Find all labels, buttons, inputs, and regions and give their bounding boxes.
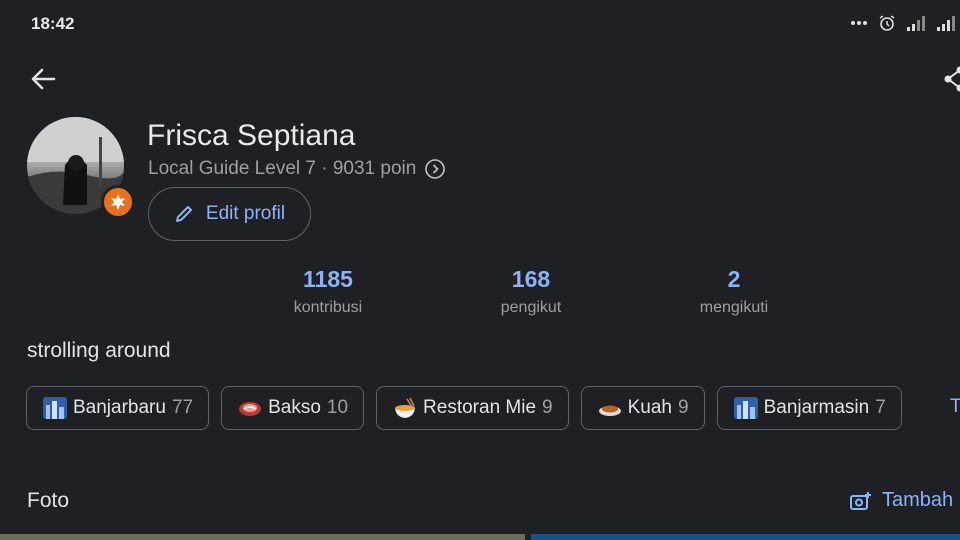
stat-value: 1185 (303, 266, 353, 292)
profile-name: Frisca Septiana (147, 119, 356, 152)
chip-count: 9 (678, 397, 689, 418)
photo-strip (0, 534, 960, 540)
chip-count: 10 (326, 397, 349, 418)
add-photo-icon (850, 491, 871, 510)
back-arrow-icon[interactable] (28, 64, 58, 94)
local-guide-level[interactable]: Local Guide Level 7 · 9031 poin (148, 158, 446, 180)
local-guide-level-text: Local Guide Level 7 · 9031 poin (148, 158, 417, 179)
stat-label: pengikut (500, 299, 562, 316)
add-photo-button[interactable]: Tambah (850, 489, 953, 512)
chip-label: Banjarmasin (763, 397, 870, 418)
chip-restoran-mie[interactable]: Restoran Mie 9 (376, 386, 569, 430)
signal-icon (907, 16, 925, 31)
chip-label: Bakso (268, 397, 321, 418)
alarm-icon (879, 15, 895, 31)
stat-kontribusi[interactable]: 1185 kontribusi (228, 266, 428, 317)
local-guide-badge-icon (101, 185, 135, 219)
interest-chips: Banjarbaru 77 Bakso 10 Restoran Mie 9 Ku… (26, 386, 902, 430)
stat-mengikuti[interactable]: 2 mengikuti (634, 266, 834, 317)
chip-count: 77 (171, 397, 194, 418)
stat-value: 168 (511, 266, 551, 292)
chip-count: 7 (875, 397, 886, 418)
status-time: 18:42 (31, 14, 75, 33)
edit-profile-label: Edit profil (205, 203, 286, 224)
chip-kuah[interactable]: Kuah 9 (580, 386, 705, 430)
add-photo-label: Tambah (882, 489, 954, 511)
more-dots-icon (851, 21, 867, 25)
share-icon[interactable] (940, 64, 960, 94)
meat-emoji-icon (239, 402, 262, 416)
city-emoji-icon (733, 397, 758, 419)
chip-count: 9 (542, 397, 553, 418)
bowl-emoji-icon (598, 405, 621, 416)
stat-label: mengikuti (699, 299, 769, 316)
chip-banjarmasin[interactable]: Banjarmasin 7 (716, 386, 902, 430)
photos-section-title: Foto (27, 489, 70, 512)
stat-pengikut[interactable]: 168 pengikut (431, 266, 631, 317)
chevron-right-circle-icon[interactable] (424, 158, 446, 180)
signal-icon-2 (937, 16, 955, 31)
avatar[interactable] (27, 117, 135, 219)
stat-value: 2 (727, 266, 741, 292)
status-icons (850, 14, 956, 32)
chip-label: Restoran Mie (423, 397, 537, 418)
chip-label: Kuah (627, 397, 672, 418)
edit-profile-button[interactable]: Edit profil (148, 187, 311, 241)
pencil-icon (175, 206, 192, 222)
photo-thumbnail[interactable] (0, 534, 525, 540)
chip-banjarbaru[interactable]: Banjarbaru 77 (26, 386, 210, 430)
photo-thumbnail[interactable] (531, 534, 960, 540)
chip-label: Banjarbaru (73, 397, 166, 418)
profile-bio: strolling around (27, 339, 171, 362)
noodle-emoji-icon (395, 397, 416, 418)
city-emoji-icon (43, 397, 67, 419)
stat-label: kontribusi (293, 299, 363, 316)
chip-partial-next[interactable]: T (950, 396, 960, 418)
chip-bakso[interactable]: Bakso 10 (221, 386, 365, 430)
